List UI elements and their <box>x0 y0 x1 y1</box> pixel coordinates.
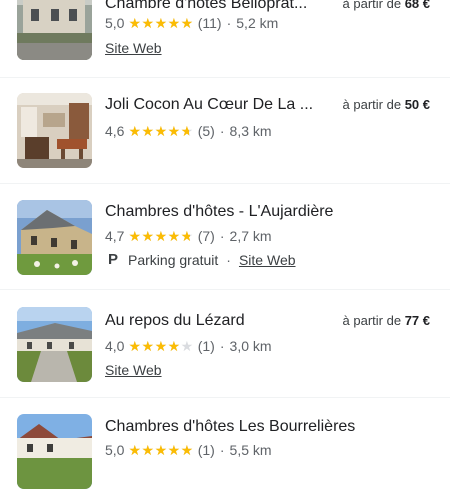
rating-row: 5,0 ★★★★★ ★★★★★ (1) · 5,5 km <box>105 441 272 459</box>
rating-value: 5,0 <box>105 442 125 458</box>
price-prefix: à partir de <box>342 97 402 112</box>
house-roof-photo-icon <box>17 414 92 489</box>
price-prefix: à partir de <box>342 0 402 11</box>
distance: 3,0 km <box>229 338 272 354</box>
divider <box>0 183 450 184</box>
separator: · <box>219 228 225 244</box>
distance: 5,2 km <box>236 15 279 31</box>
result-title[interactable]: Joli Cocon Au Cœur De La ... <box>105 95 323 115</box>
divider <box>0 77 450 78</box>
separator: · <box>226 252 231 268</box>
price-prefix: à partir de <box>342 313 402 328</box>
distance: 2,7 km <box>229 228 272 244</box>
star-rating: ★★★★★★★★★★ <box>128 15 194 31</box>
parking-icon: P <box>108 251 119 268</box>
stone-house-photo-icon <box>17 200 92 275</box>
rating-value: 4,0 <box>105 338 125 354</box>
website-link[interactable]: Site Web <box>105 39 162 57</box>
rating-row: 5,0 ★★★★★ ★★★★★ (11) · 5,2 km <box>105 14 278 32</box>
house-photo-icon <box>17 0 92 60</box>
separator: · <box>219 338 225 354</box>
result-title[interactable]: Au repos du Lézard <box>105 311 315 331</box>
result-title[interactable]: Chambre d'hôtes Belloprat... <box>105 0 325 14</box>
thumbnail-house-photo[interactable] <box>17 0 92 60</box>
kitchen-photo-icon <box>17 93 92 168</box>
price-label: à partir de 77 € <box>343 311 430 331</box>
results-list: Chambre d'hôtes Belloprat... à partir de… <box>0 0 450 489</box>
website-link[interactable]: Site Web <box>239 251 296 269</box>
website-link[interactable]: Site Web <box>105 361 162 379</box>
rating-row: 4,7 ★★★★★ ★★★★★ (7) · 2,7 km <box>105 227 272 245</box>
rating-row: 4,6 ★★★★★ ★★★★★ (5) · 8,3 km <box>105 122 272 140</box>
star-rating: ★★★★★★★★★★ <box>128 442 194 458</box>
separator: · <box>219 442 225 458</box>
rating-value: 4,6 <box>105 123 125 139</box>
farmhouse-photo-icon <box>17 307 92 382</box>
thumbnail-house-roof-photo[interactable] <box>17 414 92 489</box>
thumbnail-kitchen-photo[interactable] <box>17 93 92 168</box>
divider <box>0 289 450 290</box>
thumbnail-stone-house-photo[interactable] <box>17 200 92 275</box>
rating-value: 4,7 <box>105 228 125 244</box>
price-value: 77 € <box>404 313 430 328</box>
rating-row: 4,0 ★★★★★★★★★★ (1) · 3,0 km <box>105 337 272 355</box>
distance: 5,5 km <box>229 442 272 458</box>
price-label: à partir de 50 € <box>343 95 430 115</box>
separator: · <box>226 15 232 31</box>
thumbnail-farmhouse-photo[interactable] <box>17 307 92 382</box>
price-value: 50 € <box>404 97 430 112</box>
result-title[interactable]: Chambres d'hôtes Les Bourrelières <box>105 417 435 437</box>
star-rating: ★★★★★★★★★★ <box>128 228 194 244</box>
distance: 8,3 km <box>229 123 272 139</box>
review-count: (1) <box>197 442 215 458</box>
review-count: (5) <box>197 123 215 139</box>
star-rating: ★★★★★★★★★★ <box>128 123 194 139</box>
separator: · <box>219 123 225 139</box>
review-count: (11) <box>197 15 222 31</box>
price-value: 68 € <box>404 0 430 11</box>
rating-value: 5,0 <box>105 15 125 31</box>
divider <box>0 397 450 398</box>
review-count: (1) <box>197 338 215 354</box>
review-count: (7) <box>197 228 215 244</box>
result-title[interactable]: Chambres d'hôtes - L'Aujardière <box>105 202 435 222</box>
amenity-label: Parking gratuit <box>128 252 219 268</box>
amenity-row: P Parking gratuit · Site Web <box>105 251 296 269</box>
price-label: à partir de 68 € <box>343 0 430 14</box>
star-rating: ★★★★★★★★★★ <box>128 338 194 354</box>
